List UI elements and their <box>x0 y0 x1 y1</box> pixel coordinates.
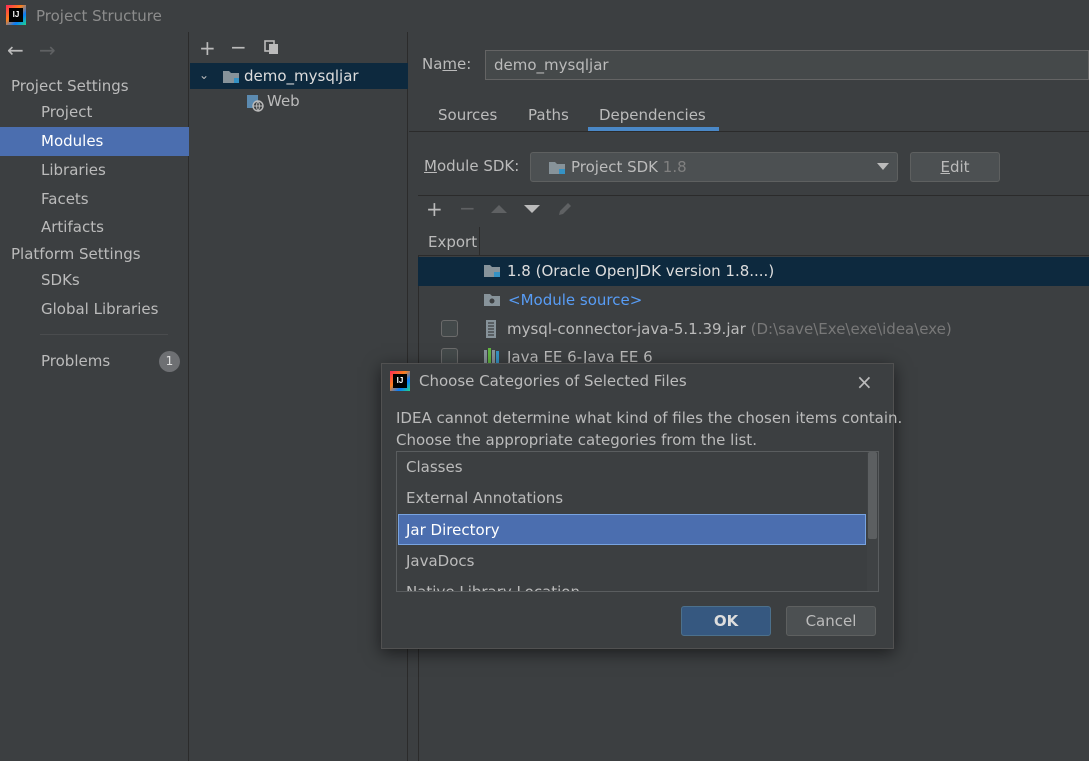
module-name-field[interactable]: demo_mysqljar <box>485 50 1089 80</box>
sidebar-item-libraries[interactable]: Libraries <box>0 156 189 185</box>
dependency-path: (D:\save\Exe\exe\idea\exe) <box>750 320 952 338</box>
sidebar-item-sdks[interactable]: SDKs <box>0 266 189 295</box>
dialog-title: Choose Categories of Selected Files <box>419 372 687 390</box>
export-checkbox[interactable] <box>441 320 458 337</box>
sdk-value: Project SDK <box>571 158 658 176</box>
close-icon[interactable]: × <box>856 370 873 394</box>
dependency-name: 1.8 (Oracle OpenJDK version 1.8....) <box>507 262 775 280</box>
web-facet-icon <box>246 94 264 116</box>
list-item-selected[interactable]: Jar Directory <box>398 514 866 545</box>
list-item[interactable]: Native Library Location <box>397 577 867 591</box>
tabs-divider <box>409 131 1089 132</box>
ok-button[interactable]: OK <box>681 606 771 636</box>
module-folder-icon <box>222 69 240 89</box>
edit-sdk-button[interactable]: Edit <box>910 152 1000 182</box>
module-source-folder-icon <box>483 292 501 312</box>
module-tree-panel <box>190 32 408 761</box>
column-separator <box>479 227 480 255</box>
dialog-message-line-2: Choose the appropriate categories from t… <box>396 431 757 449</box>
tab-paths[interactable]: Paths <box>528 106 569 124</box>
forward-arrow-icon[interactable]: → <box>39 38 56 62</box>
remove-dependency-icon[interactable]: − <box>459 198 476 218</box>
move-down-icon[interactable] <box>524 205 540 213</box>
platform-settings-heading: Platform Settings <box>11 245 141 263</box>
list-item[interactable]: Classes <box>397 452 867 483</box>
back-arrow-icon[interactable]: ← <box>7 38 24 62</box>
dialog-intellij-logo-icon: IJ <box>390 371 410 391</box>
window-title: Project Structure <box>36 7 162 25</box>
copy-icon[interactable] <box>264 40 280 55</box>
sdk-version: 1.8 <box>662 158 687 176</box>
dependency-name: mysql-connector-java-5.1.39.jar <box>507 320 746 338</box>
module-sdk-dropdown[interactable]: Project SDK 1.8 <box>530 152 898 182</box>
dialog-message-line-1: IDEA cannot determine what kind of files… <box>396 409 903 427</box>
add-icon[interactable]: + <box>199 38 216 58</box>
categories-list[interactable]: Classes External Annotations Jar Directo… <box>396 451 879 592</box>
move-up-icon[interactable] <box>491 205 507 213</box>
sidebar-item-project[interactable]: Project <box>0 98 189 127</box>
remove-icon[interactable]: − <box>230 37 247 57</box>
sidebar-item-artifacts[interactable]: Artifacts <box>0 213 189 242</box>
jdk-folder-icon <box>483 263 501 283</box>
jar-icon <box>485 320 497 342</box>
sidebar-item-modules[interactable]: Modules <box>0 127 189 156</box>
title-bar: IJ Project Structure <box>0 0 1089 32</box>
intellij-logo-icon: IJ <box>6 5 26 25</box>
tab-dependencies[interactable]: Dependencies <box>599 106 706 124</box>
list-item[interactable]: JavaDocs <box>397 546 867 577</box>
tree-module-label: demo_mysqljar <box>244 67 359 85</box>
dependencies-table-header <box>418 226 1089 256</box>
problems-count-badge: 1 <box>159 351 180 372</box>
edit-pencil-icon[interactable] <box>556 201 573 222</box>
list-item[interactable]: External Annotations <box>397 483 867 514</box>
dependency-name[interactable]: <Module source> <box>508 291 642 309</box>
sidebar-item-facets[interactable]: Facets <box>0 185 189 214</box>
sidebar-item-global-libraries[interactable]: Global Libraries <box>0 295 189 324</box>
dependencies-toolbar <box>418 195 1089 225</box>
list-scrollbar-thumb[interactable] <box>868 452 877 539</box>
cancel-button[interactable]: Cancel <box>786 606 876 636</box>
module-sdk-label: Module SDK: <box>424 157 520 175</box>
add-dependency-icon[interactable]: + <box>426 199 443 219</box>
tab-sources[interactable]: Sources <box>438 106 497 124</box>
tree-web-label[interactable]: Web <box>267 92 300 110</box>
name-label: Name: <box>422 55 472 73</box>
chevron-down-icon[interactable]: ⌄ <box>199 68 209 82</box>
sidebar-divider <box>40 334 168 335</box>
sdk-folder-icon <box>548 160 566 180</box>
export-column-header: Export <box>428 233 478 251</box>
project-settings-heading: Project Settings <box>11 77 129 95</box>
dropdown-arrow-icon <box>877 163 889 170</box>
